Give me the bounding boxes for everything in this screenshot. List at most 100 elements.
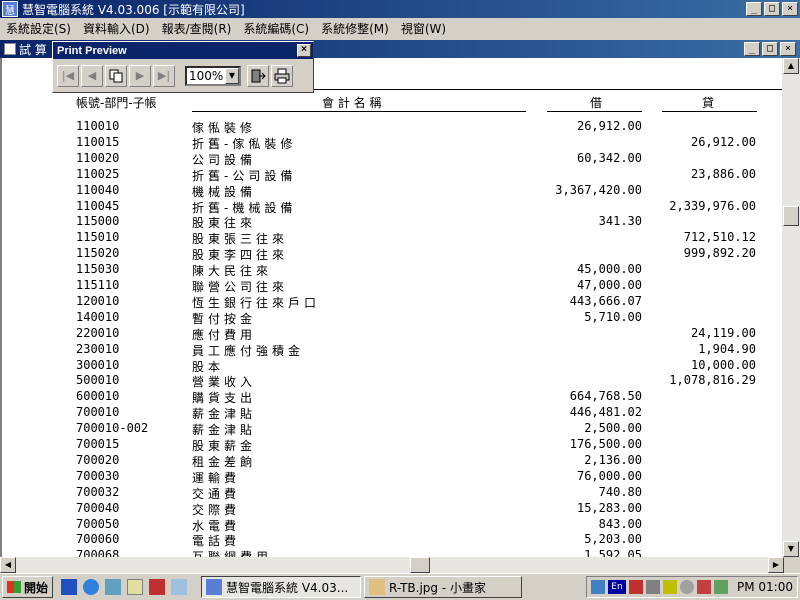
debit-cell: 740.80 — [598, 484, 642, 499]
account-cell: 115030 — [76, 262, 120, 277]
table-row: 700010-002 薪金津貼 2,500.00 — [2, 421, 784, 437]
child-close-button[interactable]: × — [780, 42, 796, 56]
debit-cell: 843.00 — [598, 516, 642, 531]
help-icon[interactable] — [697, 580, 711, 594]
print-button[interactable] — [271, 64, 293, 87]
scroll-down-button[interactable]: ▼ — [783, 541, 799, 557]
vertical-scroll-thumb[interactable] — [783, 206, 799, 226]
maximize-button[interactable]: □ — [764, 2, 780, 16]
table-row: 700032 交通費 740.80 — [2, 485, 784, 501]
child-minimize-button[interactable]: _ — [744, 42, 760, 56]
first-page-button[interactable]: |◀ — [57, 64, 79, 87]
menu-system-coding[interactable]: 系統編碼(C) — [237, 20, 315, 37]
header-account-name: 會 計 名 稱 — [322, 96, 382, 110]
account-cell: 110010 — [76, 119, 120, 133]
menu-system-maintenance[interactable]: 系統修整(M) — [315, 20, 395, 37]
table-row: 110020 公司設備 60,342.00 — [2, 151, 784, 167]
child-maximize-button[interactable]: □ — [762, 42, 778, 56]
account-name-cell: 聯營公司往來 — [192, 280, 289, 294]
account-cell: 120010 — [76, 293, 120, 308]
credit-cell: 1,078,816.29 — [669, 373, 756, 388]
exit-preview-button[interactable] — [247, 64, 269, 87]
app-icon[interactable]: 慧 — [2, 1, 18, 17]
notepad-icon[interactable] — [127, 579, 144, 595]
media-player-icon[interactable] — [61, 579, 78, 595]
table-row: 220010 應付費用 24,119.00 — [2, 326, 784, 342]
account-cell: 600010 — [76, 389, 120, 404]
quick-launch — [61, 579, 193, 595]
network-icon[interactable] — [591, 580, 605, 594]
scroll-right-button[interactable]: ▶ — [768, 557, 784, 573]
account-name-cell: 租金差餉 — [192, 454, 257, 469]
account-name-cell: 折舊-公司設備 — [192, 168, 297, 183]
minimize-button[interactable]: _ — [746, 2, 762, 16]
table-row: 700050 水電費 843.00 — [2, 517, 784, 533]
horizontal-scrollbar[interactable]: ◀ ▶ — [0, 557, 784, 573]
menu-reports[interactable]: 報表/查閱(R) — [156, 20, 238, 37]
print-preview-toolbar: Print Preview × |◀ ◀ ▶ ▶| 100% ▼ — [52, 41, 314, 93]
scroll-up-button[interactable]: ▲ — [783, 58, 799, 74]
debit-cell: 341.30 — [598, 214, 642, 229]
table-row: 700010 薪金津貼 446,481.02 — [2, 405, 784, 421]
trial-balance-report: 帳號-部門-子帳 會 計 名 稱 借 貸 110010 傢俬裝修 26,912.00… — [2, 58, 784, 557]
prev-page-icon: ◀ — [87, 69, 97, 82]
prev-page-button[interactable]: ◀ — [81, 64, 103, 87]
clock-icon[interactable] — [680, 580, 694, 594]
menu-system-settings[interactable]: 系統設定(S) — [0, 20, 77, 37]
internet-explorer-icon[interactable] — [83, 579, 100, 595]
next-page-button[interactable]: ▶ — [129, 64, 151, 87]
account-cell: 700032 — [76, 484, 120, 499]
menu-data-input[interactable]: 資料輸入(D) — [77, 20, 156, 37]
task-accounting-app[interactable]: 慧智電腦系統 V4.03... — [201, 576, 362, 598]
page-view-button[interactable] — [105, 64, 127, 87]
table-row: 230010 員工應付強積金 1,904.90 — [2, 342, 784, 358]
document-icon[interactable] — [4, 43, 16, 55]
app-title-bar[interactable]: 慧 慧智電腦系統 V4.03.006 [示範有限公司] _ □ × — [0, 0, 800, 18]
account-name-cell: 交通費 — [192, 486, 241, 501]
close-button[interactable]: × — [782, 2, 798, 16]
menu-window[interactable]: 視窗(W) — [395, 20, 452, 37]
credit-cell: 1,904.90 — [698, 341, 756, 356]
debit-cell: 5,710.00 — [584, 309, 642, 324]
account-name-cell: 水電費 — [192, 518, 241, 533]
vertical-scrollbar[interactable]: ▲ ▼ — [782, 58, 800, 557]
account-name-cell: 機械設備 — [192, 184, 257, 199]
chevron-down-icon[interactable]: ▼ — [225, 67, 239, 84]
rule-debit — [547, 111, 642, 112]
horizontal-scroll-thumb[interactable] — [410, 557, 430, 573]
desktop-icon[interactable] — [171, 579, 188, 595]
account-name-cell: 股東往來 — [192, 216, 257, 231]
report-preview-area[interactable]: 帳號-部門-子帳 會 計 名 稱 借 貸 110010 傢俬裝修 26,912.00… — [0, 58, 784, 557]
printer-tray-icon[interactable] — [714, 580, 728, 594]
zoom-select[interactable]: 100% ▼ — [185, 65, 241, 86]
account-cell: 220010 — [76, 325, 120, 340]
account-cell: 115010 — [76, 230, 120, 245]
table-row: 700030 運輸費 76,000.00 — [2, 469, 784, 485]
outlook-icon[interactable] — [105, 579, 122, 595]
taskbar: 開始 慧智電腦系統 V4.03... R-TB.jpg - 小畫家 En PM … — [0, 573, 800, 600]
account-name-cell: 折舊-傢俬裝修 — [192, 136, 297, 151]
task-paint[interactable]: R-TB.jpg - 小畫家 — [364, 576, 523, 598]
start-button[interactable]: 開始 — [2, 576, 54, 598]
account-name-cell: 股本 — [192, 359, 225, 374]
top-rule — [302, 89, 784, 90]
account-cell: 700010 — [76, 405, 120, 420]
debit-cell: 45,000.00 — [576, 262, 642, 277]
account-cell: 140010 — [76, 309, 120, 324]
table-row: 115020 股東李四往來 999,892.20 — [2, 246, 784, 262]
print-preview-close-button[interactable]: × — [297, 44, 311, 57]
printer-icon — [274, 68, 290, 83]
scroll-left-button[interactable]: ◀ — [0, 557, 16, 573]
task-label: R-TB.jpg - 小畫家 — [389, 580, 487, 595]
account-name-cell: 營業收入 — [192, 375, 257, 390]
account-cell: 700060 — [76, 532, 120, 547]
print-preview-title-bar[interactable]: Print Preview × — [53, 42, 313, 59]
input-language-icon[interactable]: En — [608, 580, 626, 594]
table-row: 115000 股東往來 341.30 — [2, 214, 784, 230]
display-icon[interactable] — [646, 580, 660, 594]
last-page-button[interactable]: ▶| — [153, 64, 175, 87]
antivirus-icon[interactable] — [629, 580, 643, 594]
app-shortcut-icon[interactable] — [149, 579, 166, 595]
volume-icon[interactable] — [663, 580, 677, 594]
print-preview-title: Print Preview — [57, 44, 127, 57]
